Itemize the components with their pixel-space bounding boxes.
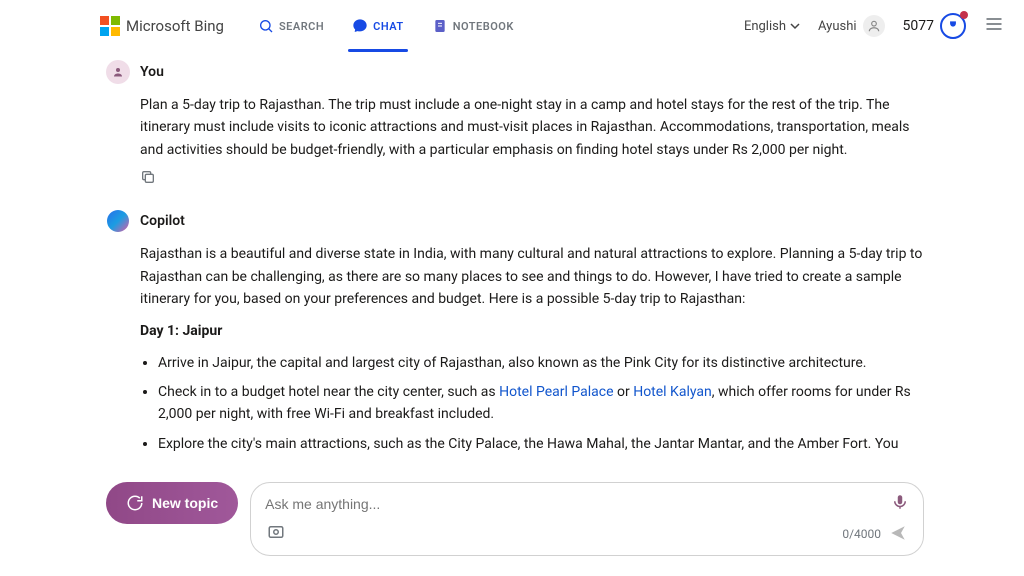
user-avatar-icon bbox=[863, 15, 885, 37]
header-bar: Microsoft Bing SEARCH CHAT NOTEBOOK Engl… bbox=[0, 0, 1024, 52]
copilot-message: Copilot Rajasthan is a beautiful and div… bbox=[106, 209, 924, 452]
nav-tabs: SEARCH CHAT NOTEBOOK bbox=[254, 12, 518, 40]
copilot-message-text: Rajasthan is a beautiful and diverse sta… bbox=[140, 243, 924, 452]
composer-bar: New topic 0/4000 bbox=[106, 482, 924, 556]
sender-copilot: Copilot bbox=[140, 213, 185, 229]
hotel-link-2[interactable]: Hotel Kalyan bbox=[633, 384, 712, 400]
microsoft-icon bbox=[100, 16, 120, 36]
copy-icon bbox=[140, 169, 156, 185]
user-avatar bbox=[106, 60, 130, 84]
notebook-icon bbox=[432, 18, 448, 34]
chat-icon bbox=[352, 18, 368, 34]
list-item: Explore the city's main attractions, suc… bbox=[158, 434, 924, 452]
copilot-intro: Rajasthan is a beautiful and diverse sta… bbox=[140, 243, 924, 310]
menu-icon bbox=[984, 14, 1004, 34]
sender-you: You bbox=[140, 64, 164, 80]
new-topic-label: New topic bbox=[152, 495, 218, 511]
chat-input[interactable] bbox=[265, 496, 883, 512]
list-item: Check in to a budget hotel near the city… bbox=[158, 382, 924, 425]
trophy-icon bbox=[940, 13, 966, 39]
image-upload-button[interactable] bbox=[267, 523, 285, 545]
mic-button[interactable] bbox=[891, 493, 909, 515]
logo-text: Microsoft Bing bbox=[126, 17, 224, 35]
chat-area: You Plan a 5-day trip to Rajasthan. The … bbox=[0, 52, 1024, 452]
rewards-button[interactable]: 5077 bbox=[903, 13, 966, 39]
tab-search-label: SEARCH bbox=[279, 20, 324, 33]
bing-logo[interactable]: Microsoft Bing bbox=[100, 16, 224, 36]
tab-chat[interactable]: CHAT bbox=[348, 12, 408, 40]
user-name: Ayushi bbox=[818, 19, 857, 34]
char-counter: 0/4000 bbox=[842, 524, 907, 545]
search-icon bbox=[258, 18, 274, 34]
input-container: 0/4000 bbox=[250, 482, 924, 556]
tab-search[interactable]: SEARCH bbox=[254, 12, 328, 40]
hotel-link-1[interactable]: Hotel Pearl Palace bbox=[499, 384, 613, 400]
new-topic-button[interactable]: New topic bbox=[106, 482, 238, 524]
day1-heading: Day 1: Jaipur bbox=[140, 323, 222, 339]
tab-chat-label: CHAT bbox=[373, 20, 404, 33]
counter-text: 0/4000 bbox=[842, 527, 881, 541]
chevron-down-icon bbox=[790, 21, 800, 31]
send-button[interactable] bbox=[889, 524, 907, 545]
account-button[interactable]: Ayushi bbox=[818, 15, 885, 37]
mic-icon bbox=[891, 493, 909, 511]
tab-notebook[interactable]: NOTEBOOK bbox=[428, 12, 518, 40]
list-item: Arrive in Jaipur, the capital and larges… bbox=[158, 353, 924, 375]
hamburger-menu[interactable] bbox=[984, 14, 1004, 38]
user-message: You Plan a 5-day trip to Rajasthan. The … bbox=[106, 60, 924, 189]
user-message-text: Plan a 5-day trip to Rajasthan. The trip… bbox=[140, 94, 924, 161]
copy-button[interactable] bbox=[140, 169, 924, 189]
notification-dot-icon bbox=[960, 11, 968, 19]
language-label: English bbox=[744, 19, 786, 34]
tab-notebook-label: NOTEBOOK bbox=[453, 20, 514, 33]
points-count: 5077 bbox=[903, 18, 934, 34]
copilot-avatar bbox=[106, 209, 130, 233]
language-selector[interactable]: English bbox=[744, 19, 800, 34]
send-icon bbox=[889, 524, 907, 542]
day1-list: Arrive in Jaipur, the capital and larges… bbox=[158, 353, 924, 452]
camera-icon bbox=[267, 523, 285, 541]
new-topic-icon bbox=[126, 494, 144, 512]
